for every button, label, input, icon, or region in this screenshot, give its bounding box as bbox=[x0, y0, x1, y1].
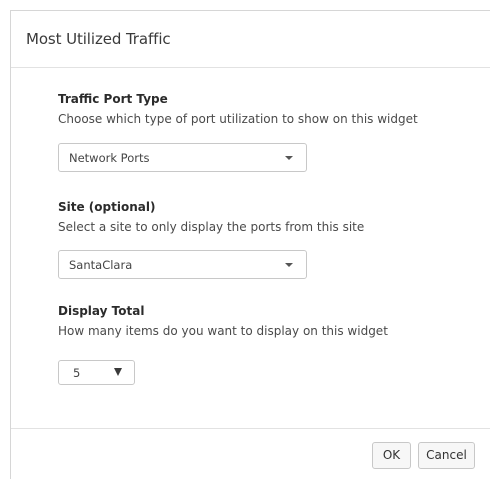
caret-down-icon bbox=[114, 368, 122, 376]
traffic-port-type-help: Choose which type of port utilization to… bbox=[58, 112, 418, 126]
traffic-port-type-label: Traffic Port Type bbox=[58, 92, 168, 106]
display-total-section: Display Total How many items do you want… bbox=[58, 304, 388, 339]
dialog-title: Most Utilized Traffic bbox=[26, 30, 171, 48]
display-total-value: 5 bbox=[73, 366, 81, 380]
ok-button[interactable]: OK bbox=[372, 442, 411, 469]
dialog-header: Most Utilized Traffic bbox=[11, 11, 490, 68]
caret-down-icon bbox=[285, 156, 293, 160]
site-label: Site (optional) bbox=[58, 200, 156, 214]
caret-down-icon bbox=[285, 263, 293, 267]
traffic-port-type-value: Network Ports bbox=[69, 151, 150, 165]
traffic-port-type-section: Traffic Port Type Choose which type of p… bbox=[58, 92, 418, 127]
display-total-select[interactable]: 5 bbox=[58, 360, 135, 385]
display-total-label: Display Total bbox=[58, 304, 145, 318]
site-select[interactable]: SantaClara bbox=[58, 250, 307, 279]
display-total-help: How many items do you want to display on… bbox=[58, 324, 388, 338]
site-value: SantaClara bbox=[69, 258, 133, 272]
site-help: Select a site to only display the ports … bbox=[58, 220, 365, 234]
traffic-port-type-select[interactable]: Network Ports bbox=[58, 143, 307, 172]
widget-settings-dialog: Most Utilized Traffic Traffic Port Type … bbox=[10, 10, 490, 479]
dialog-footer: OK Cancel bbox=[11, 428, 490, 480]
cancel-button[interactable]: Cancel bbox=[418, 442, 475, 469]
site-section: Site (optional) Select a site to only di… bbox=[58, 200, 364, 235]
